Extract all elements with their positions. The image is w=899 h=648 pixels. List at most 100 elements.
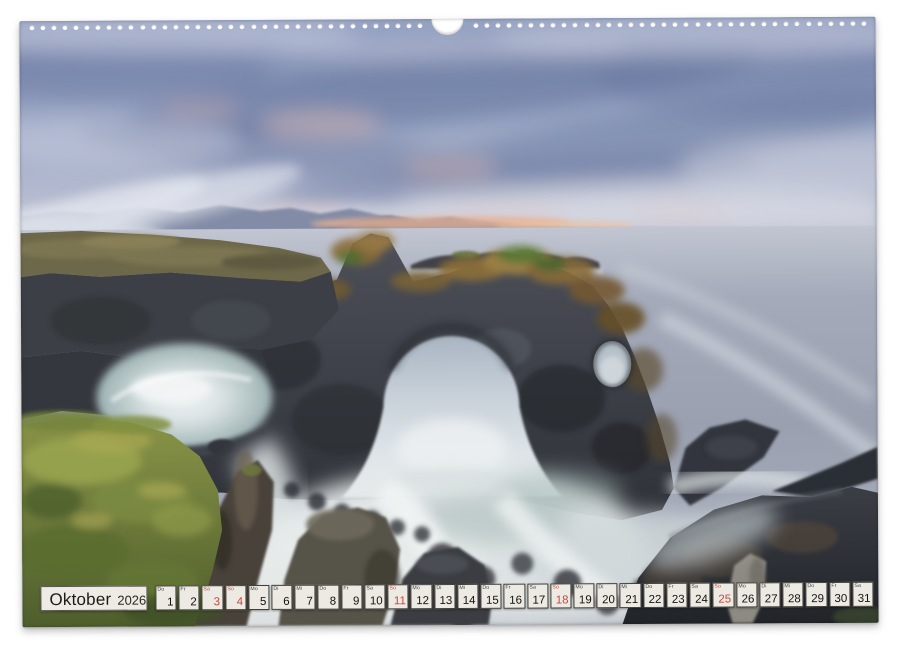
punch-hole [318,24,323,29]
punch-hole [662,22,667,27]
punch-hole [617,22,622,27]
day-number: 12 [416,595,429,607]
punch-hole [395,23,400,28]
year-label: 2026 [117,593,146,608]
day-cell-3: Sa3 [202,585,223,610]
day-number: 14 [463,595,476,607]
punch-hole [595,22,600,27]
punch-hole [273,24,278,29]
weekday-label: Di [599,584,604,589]
punch-hole [828,21,833,26]
day-cell-20: Di 20 [597,583,618,608]
day-number: 7 [306,596,312,608]
day-number: 18 [556,594,569,606]
day-cell-30: Fr30 [829,582,850,607]
weekday-label: Fr [668,584,673,589]
day-cell-28: Mi 28 [782,582,803,607]
punch-hole [784,21,789,26]
day-cell-15: Do15 [480,584,501,609]
rock-window-hole [593,341,631,387]
weekday-label: So [227,586,234,591]
punch-hole [651,22,656,27]
day-cell-23: Fr23 [666,583,687,608]
punch-hole [262,24,267,29]
day-cell-5: Mo5 [248,585,269,610]
punch-hole [473,23,478,28]
day-number: 8 [330,596,336,608]
punch-hole [562,22,567,27]
day-number: 22 [649,594,662,606]
punch-hole [73,25,78,30]
weekday-label: So [390,585,397,590]
punch-hole [506,23,511,28]
punch-hole [540,22,545,27]
weekday-label: So [552,584,559,589]
weekday-label: Mo [738,583,746,588]
punch-hole [118,25,123,30]
punch-hole [229,24,234,29]
punch-hole [606,22,611,27]
calendar-product-view: Oktober 2026 Do1Fr2Sa3So4Mo5Di6Mi7Do8Fr9… [0,0,899,648]
punch-hole [295,24,300,29]
day-cell-11: So11 [388,584,409,609]
month-label: Oktober [49,590,111,610]
punch-hole [639,22,644,27]
punch-hole [795,21,800,26]
day-cell-7: Mi7 [295,585,316,610]
day-number: 4 [237,596,243,608]
punch-hole [207,24,212,29]
day-number: 28 [788,593,801,605]
day-number: 31 [858,593,871,605]
weekday-label: Sa [366,585,373,590]
weekday-label: Mi [622,584,628,589]
day-number: 20 [602,594,615,606]
punch-hole [329,24,334,29]
calendar-strip: Oktober 2026 Do1Fr2Sa3So4Mo5Di6Mi7Do8Fr9… [40,582,873,611]
punch-hole [839,21,844,26]
day-number: 13 [439,595,452,607]
day-cell-13: Di 13 [434,584,455,609]
punch-hole [495,23,500,28]
punch-hole [695,22,700,27]
punch-hole [684,22,689,27]
day-cell-16: Fr16 [504,584,525,609]
weekday-label: Di [436,585,441,590]
weekday-label: Sa [204,586,211,591]
punch-hole [517,23,522,28]
day-number: 27 [765,593,778,605]
day-cell-24: Sa24 [690,583,711,608]
weekday-label: Do [482,585,489,590]
punch-hole [717,22,722,27]
weekday-label: So [715,584,722,589]
day-number: 19 [579,594,592,606]
day-number: 2 [190,596,196,608]
day-cell-27: Di27 [759,582,780,607]
punch-hole [184,24,189,29]
day-number: 30 [834,593,847,605]
weekday-label: Do [645,584,652,589]
punch-hole [762,21,767,26]
weekday-label: Fr [180,586,185,591]
punch-hole [850,21,855,26]
punch-hole [340,24,345,29]
punch-hole [484,23,489,28]
punch-hole [739,21,744,26]
day-cell-10: Sa10 [364,584,385,609]
month-title-box: Oktober 2026 [40,586,147,612]
day-number: 1 [167,596,173,608]
punch-hole [573,22,578,27]
day-number: 21 [625,594,638,606]
day-number: 6 [283,596,289,608]
day-number: 3 [214,596,220,608]
punch-hole [551,22,556,27]
day-number: 16 [509,595,522,607]
punch-hole [96,25,101,30]
punch-hole [40,25,45,30]
day-cell-26: Mo26 [736,582,757,607]
weekday-label: Mi [784,583,790,588]
punch-hole [528,23,533,28]
day-cell-17: Sa17 [527,583,548,608]
punch-hole [62,25,67,30]
punch-hole [750,21,755,26]
landscape-photo [19,17,878,627]
